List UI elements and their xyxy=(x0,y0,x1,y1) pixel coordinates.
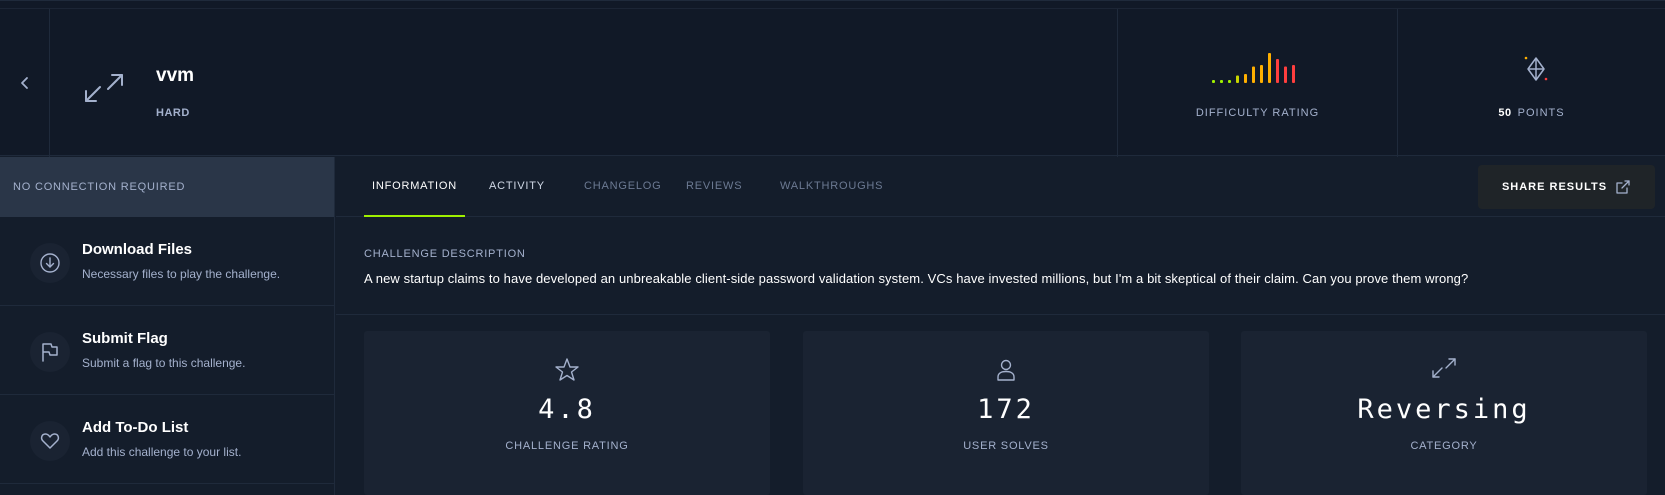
difficulty-distribution-chart xyxy=(1212,53,1295,83)
user-solves-card: 172 USER SOLVES xyxy=(803,331,1209,495)
external-link-icon xyxy=(1616,180,1630,194)
flag-icon xyxy=(30,332,70,372)
challenge-rating-label: CHALLENGE RATING xyxy=(505,440,629,452)
difficulty-bar xyxy=(1244,74,1247,83)
challenge-tabs: INFORMATION ACTIVITY CHANGELOG REVIEWS W… xyxy=(336,157,1665,217)
difficulty-bar xyxy=(1212,80,1215,83)
category-card: Reversing CATEGORY xyxy=(1241,331,1647,495)
tab-reviews[interactable]: REVIEWS xyxy=(678,157,750,217)
tab-activity[interactable]: ACTIVITY xyxy=(481,157,553,217)
submit-flag-button[interactable]: Submit Flag Submit a flag to this challe… xyxy=(0,306,334,395)
difficulty-badge: HARD xyxy=(156,107,190,119)
download-files-title: Download Files xyxy=(82,241,193,258)
difficulty-bar xyxy=(1236,75,1239,83)
add-todo-button[interactable]: Add To-Do List Add this challenge to you… xyxy=(0,395,334,484)
description-text: A new startup claims to have developed a… xyxy=(364,271,1469,286)
difficulty-bar xyxy=(1268,53,1271,83)
difficulty-bar xyxy=(1220,80,1223,83)
description-heading: CHALLENGE DESCRIPTION xyxy=(364,248,526,260)
user-icon xyxy=(997,359,1015,381)
challenge-rating-value: 4.8 xyxy=(538,394,596,425)
challenge-header: vvm HARD DIFFICULTY RATING 50 POINTS xyxy=(0,0,1665,157)
difficulty-bar xyxy=(1260,65,1263,83)
challenge-sidebar: NO CONNECTION REQUIRED Download Files Ne… xyxy=(0,157,335,495)
difficulty-bar xyxy=(1276,59,1279,83)
download-files-subtitle: Necessary files to play the challenge. xyxy=(82,267,281,281)
user-solves-value: 172 xyxy=(977,394,1035,425)
back-button[interactable] xyxy=(0,9,50,157)
category-label: CATEGORY xyxy=(1410,440,1478,452)
star-icon xyxy=(555,358,579,381)
download-icon xyxy=(30,243,70,283)
points-diamond-icon xyxy=(1524,56,1548,81)
points-label: 50 POINTS xyxy=(1398,107,1665,119)
tab-walkthroughs[interactable]: WALKTHROUGHS xyxy=(772,157,891,217)
connection-banner: NO CONNECTION REQUIRED xyxy=(0,157,334,217)
heart-icon xyxy=(30,421,70,461)
challenge-description: CHALLENGE DESCRIPTION A new startup clai… xyxy=(336,218,1665,315)
category-value: Reversing xyxy=(1357,394,1531,425)
challenge-name: vvm xyxy=(156,65,195,86)
share-results-button[interactable]: SHARE RESULTS xyxy=(1478,165,1655,209)
user-solves-label: USER SOLVES xyxy=(963,440,1049,452)
difficulty-bar xyxy=(1284,66,1287,83)
expand-arrows-icon xyxy=(85,74,123,102)
difficulty-bar xyxy=(1252,66,1255,83)
difficulty-rating: DIFFICULTY RATING xyxy=(1117,9,1398,157)
expand-arrows-icon xyxy=(1432,358,1456,378)
points-value: 50 xyxy=(1498,107,1512,119)
difficulty-bar xyxy=(1292,65,1295,83)
chevron-left-icon xyxy=(20,77,28,89)
add-todo-title: Add To-Do List xyxy=(82,419,189,436)
points-unit: POINTS xyxy=(1517,107,1565,119)
add-todo-subtitle: Add this challenge to your list. xyxy=(82,445,242,459)
difficulty-rating-label: DIFFICULTY RATING xyxy=(1195,107,1320,119)
tab-information[interactable]: INFORMATION xyxy=(364,157,465,217)
points-display: 50 POINTS xyxy=(1398,9,1665,157)
tab-changelog[interactable]: CHANGELOG xyxy=(576,157,670,217)
challenge-rating-card: 4.8 CHALLENGE RATING xyxy=(364,331,770,495)
submit-flag-subtitle: Submit a flag to this challenge. xyxy=(82,356,246,370)
download-files-button[interactable]: Download Files Necessary files to play t… xyxy=(0,217,334,306)
difficulty-bar xyxy=(1228,80,1231,83)
share-results-label: SHARE RESULTS xyxy=(1501,181,1608,193)
submit-flag-title: Submit Flag xyxy=(82,330,168,347)
